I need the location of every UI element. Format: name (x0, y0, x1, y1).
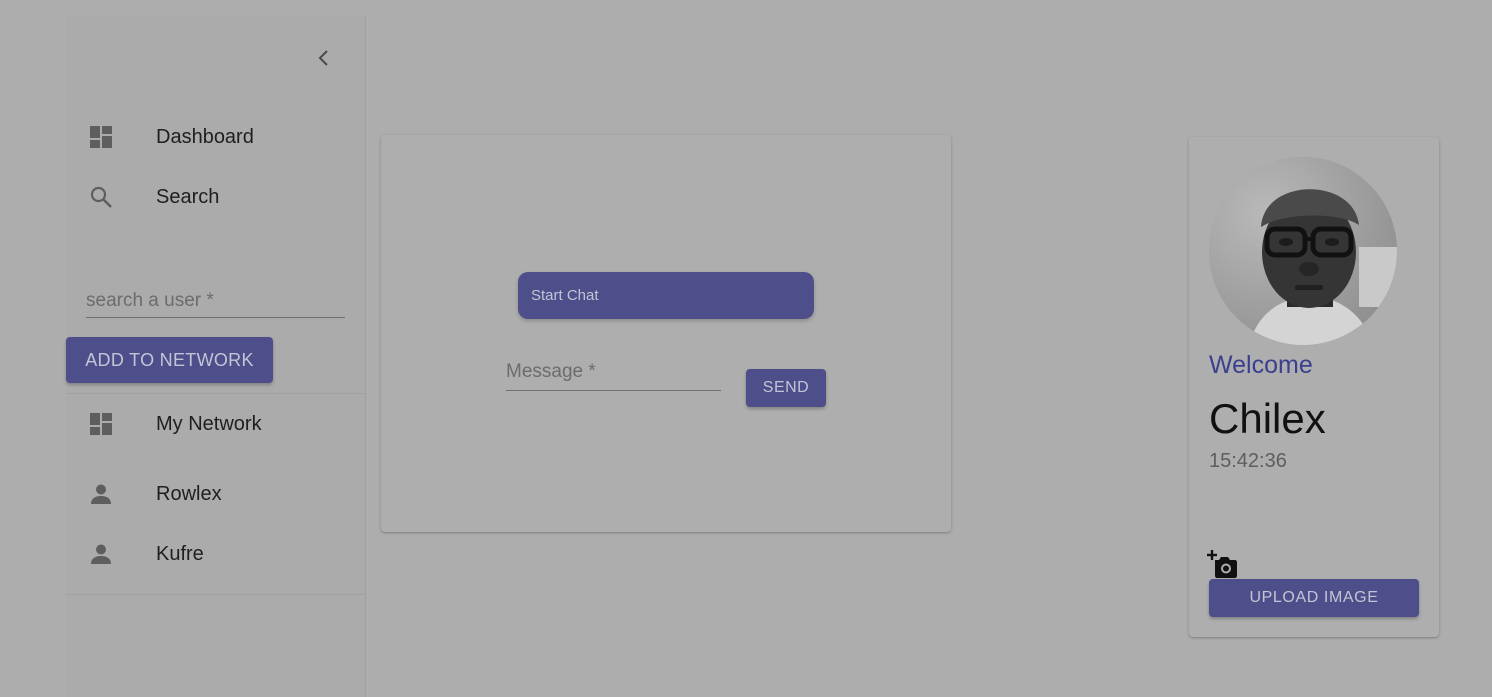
search-icon (88, 184, 114, 210)
contact-name: Rowlex (156, 482, 222, 505)
sidebar-item-label: Dashboard (156, 125, 254, 148)
person-icon (88, 481, 114, 507)
sidebar-item-label: My Network (156, 412, 262, 435)
contact-name: Kufre (156, 542, 204, 565)
person-icon (88, 541, 114, 567)
chat-card: Start Chat SEND (381, 135, 951, 532)
collapse-sidebar-button[interactable] (310, 44, 338, 72)
add-to-network-button[interactable]: ADD TO NETWORK (66, 337, 273, 383)
sidebar-item-dashboard[interactable]: Dashboard (66, 107, 365, 167)
contact-item-rowlex[interactable]: Rowlex (66, 464, 365, 524)
contact-item-kufre[interactable]: Kufre (66, 524, 365, 584)
search-user-field (86, 278, 345, 318)
message-input[interactable] (506, 355, 721, 389)
sidebar-item-label: Search (156, 185, 220, 208)
avatar (1209, 157, 1397, 345)
upload-image-button[interactable]: UPLOAD IMAGE (1209, 579, 1419, 617)
sidebar-item-my-network[interactable]: My Network (66, 394, 365, 454)
sidebar-drawer: Dashboard Search ADD TO NETWORK (66, 16, 366, 697)
sidebar-divider (66, 594, 365, 595)
send-button[interactable]: SEND (746, 369, 826, 407)
message-field (506, 355, 721, 391)
start-chat-banner[interactable]: Start Chat (518, 272, 814, 319)
welcome-text: Welcome (1209, 351, 1313, 379)
chevron-left-icon (318, 50, 328, 66)
profile-card: Welcome Chilex 15:42:36 UPLOAD IMAGE (1189, 137, 1439, 637)
app-screen: Dashboard Search ADD TO NETWORK (0, 0, 1492, 697)
clock-time: 15:42:36 (1209, 450, 1287, 472)
dashboard-icon (88, 411, 114, 437)
dashboard-icon (88, 124, 114, 150)
add-photo-icon[interactable] (1207, 549, 1239, 579)
sidebar-item-search[interactable]: Search (66, 167, 365, 227)
username: Chilex (1209, 395, 1326, 442)
search-user-input[interactable] (86, 278, 345, 316)
